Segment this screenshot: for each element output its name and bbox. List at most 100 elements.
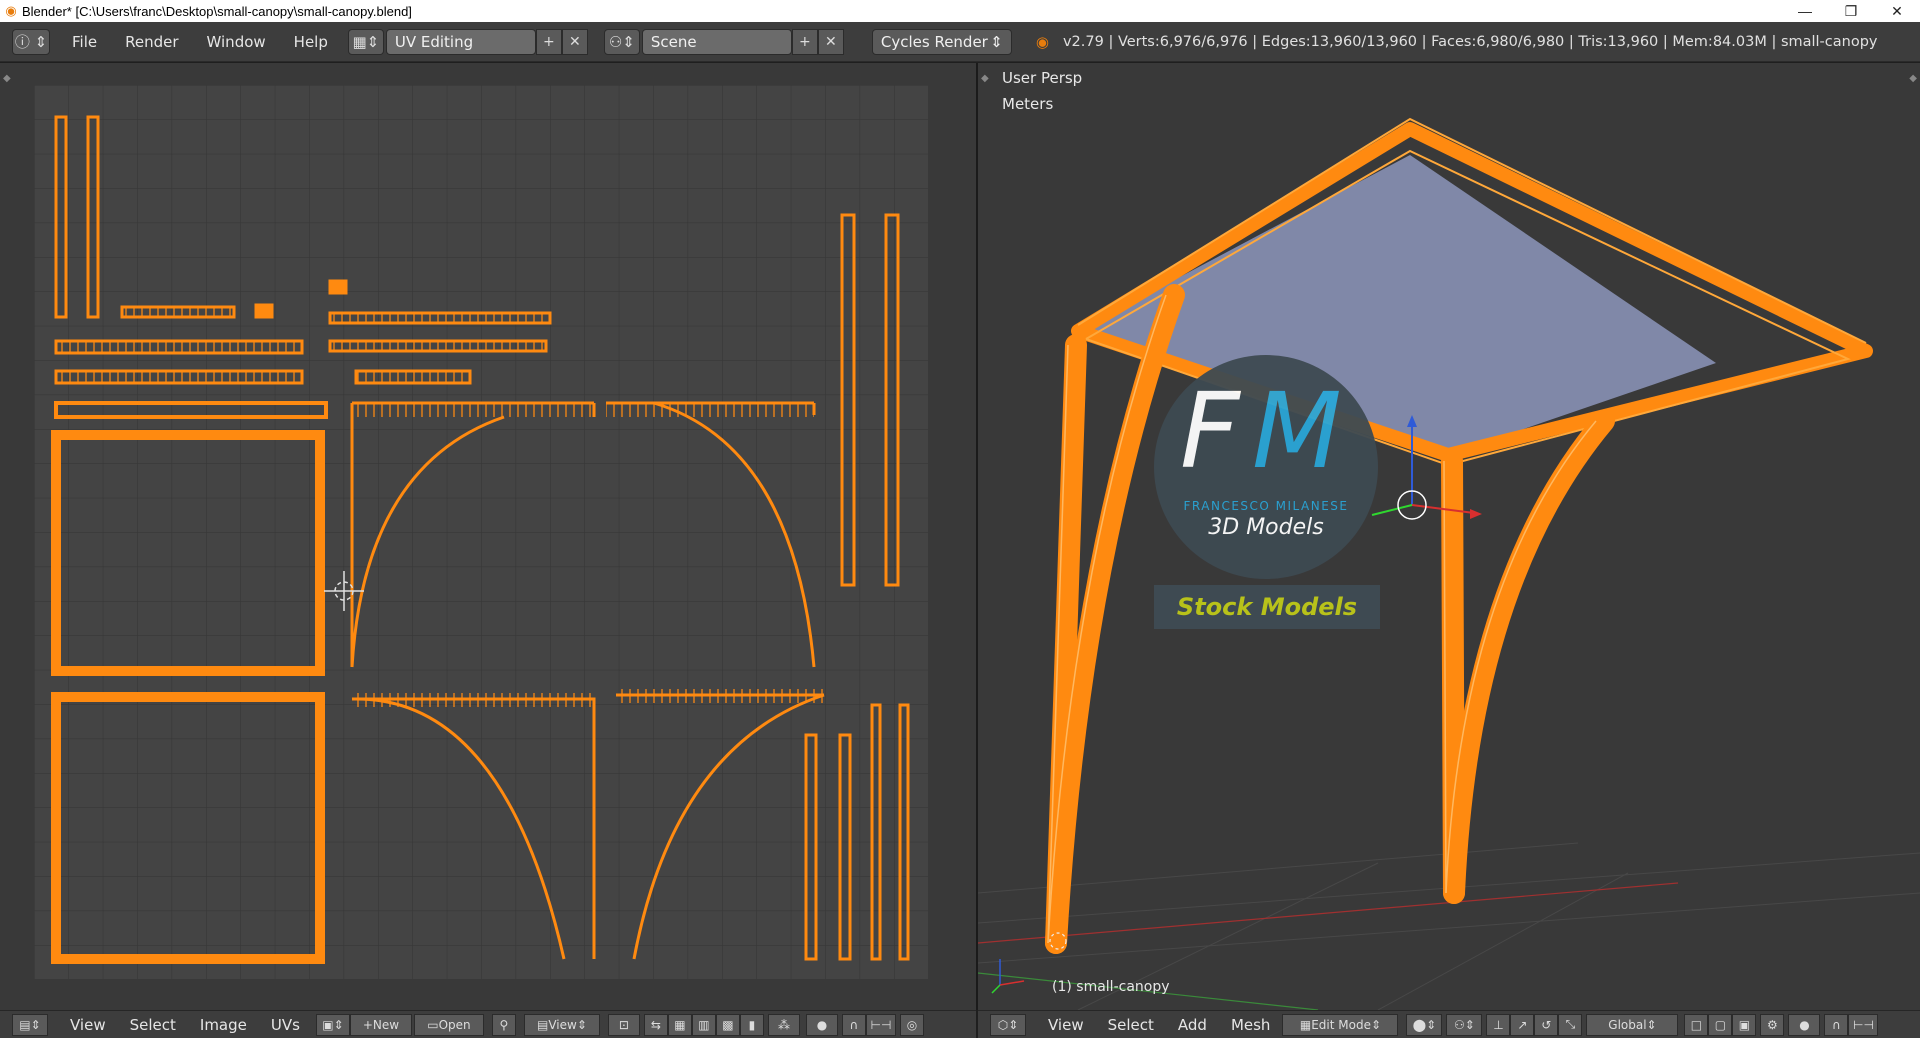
menu-render[interactable]: Render [111,33,192,51]
pivot-icon: ⚇⇕ [1454,1017,1475,1032]
x-axis-line [978,882,1679,944]
toolshelf-toggle-icon[interactable]: ◆ [3,73,11,84]
3d-viewport[interactable]: ◆ ◆ User Persp Meters F M FRANCESCO MILA… [978,63,1920,1010]
interaction-mode-label: Edit Mode [1311,1017,1371,1032]
viewport-header: ⬡⇕ View Select Add Mesh ▦ Edit Mode ⇕ ⬤⇕… [978,1010,1920,1038]
rotate-manipulator-icon[interactable]: ↺ [1534,1013,1559,1036]
screen-layout-browse-button[interactable]: ▦⇕ [347,28,384,55]
menu-window[interactable]: Window [193,33,280,51]
snap-element-icon: ⊢⊣ [870,1017,892,1032]
watermark-letter-f: F [1180,370,1240,492]
edge-select-icon[interactable]: ▥ [691,1013,716,1036]
plus-icon: + [362,1017,373,1032]
menu-help[interactable]: Help [280,33,342,51]
uv-menu-select[interactable]: Select [118,1016,188,1034]
add-screen-button[interactable]: + [535,28,562,55]
info-icon: ⓘ ⇕ [14,33,48,51]
manipulator-toggle-icon[interactable]: ⊥ [1486,1013,1511,1036]
vp-menu-add[interactable]: Add [1166,1016,1219,1034]
proportional-edit-button[interactable]: ● [805,1013,838,1036]
scale-manipulator-icon[interactable]: ⤡ [1558,1013,1583,1036]
updown-arrow-icon: ⇕ [576,1017,587,1032]
menu-file[interactable]: File [58,33,111,51]
translate-manipulator-icon[interactable]: ↗ [1510,1013,1535,1036]
transform-orientation-dropdown[interactable]: Global ⇕ [1586,1013,1679,1036]
minimize-button[interactable]: — [1782,0,1828,22]
x-icon: ✕ [569,33,581,50]
face-select-mode-icon[interactable]: ▣ [1732,1013,1757,1036]
watermark-author: FRANCESCO MILANESE [1183,499,1349,513]
vp-proportional-edit-button[interactable]: ● [1788,1013,1821,1036]
uv-menu-image[interactable]: Image [188,1016,259,1034]
snap-element-icon: ⊢⊣ [1852,1017,1874,1032]
image-editor-icon: ▤⇕ [19,1017,41,1032]
scene-browse-button[interactable]: ⚇⇕ [603,28,640,55]
uv-menu-uvs[interactable]: UVs [259,1016,312,1034]
limit-selection-icon[interactable]: ⚙ [1760,1013,1785,1036]
pin-icon[interactable]: ⚲ [491,1013,516,1036]
close-button[interactable]: ✕ [1874,0,1920,22]
uv-editor-header: ▤⇕ View Select Image UVs ▣⇕ + New ▭ Open… [0,1010,976,1038]
pivot-icon: ⊡ [618,1017,629,1032]
watermark-badge-text: Stock Models [1176,593,1358,621]
layout-grid-icon: ▦⇕ [352,32,380,51]
info-header: ⓘ ⇕ File Render Window Help ▦⇕ UV Editin… [0,22,1920,62]
open-image-button[interactable]: ▭ Open [413,1013,484,1036]
pivot-point-button[interactable]: ⊡ [607,1013,640,1036]
pivot-center-button[interactable]: ⚇⇕ [1446,1013,1483,1036]
add-scene-button[interactable]: + [791,28,818,55]
face-select-icon[interactable]: ▩ [715,1013,740,1036]
vp-menu-mesh[interactable]: Mesh [1219,1016,1283,1034]
sticky-icon: ⁂ [777,1017,790,1032]
open-image-label: Open [438,1017,471,1032]
vp-menu-select[interactable]: Select [1096,1016,1166,1034]
interaction-mode-dropdown[interactable]: ▦ Edit Mode ⇕ [1282,1013,1399,1036]
plus-icon: + [543,33,555,50]
circle-icon: ● [1799,1017,1810,1032]
image-browse-button[interactable]: ▣⇕ [315,1013,350,1036]
new-image-label: New [372,1017,400,1032]
new-image-button[interactable]: + New [349,1013,412,1036]
snap-icon[interactable]: ∩ [841,1013,866,1036]
uv-editor-type-button[interactable]: ▤⇕ [12,1013,48,1036]
vp-snap-icon[interactable]: ∩ [1824,1013,1849,1036]
active-object-label: (1) small-canopy [1052,979,1170,995]
viewport-shading-button[interactable]: ⬤⇕ [1406,1013,1443,1036]
uv-menu-view[interactable]: View [58,1016,118,1034]
vertex-select-mode-icon[interactable]: □ [1684,1013,1709,1036]
vp-menu-view[interactable]: View [1036,1016,1096,1034]
vp-snap-element-button[interactable]: ⊢⊣ [1848,1013,1879,1036]
scene-icon: ⚇⇕ [608,32,635,51]
info-editor-type-button[interactable]: ⓘ ⇕ [12,28,50,55]
sticky-select-button[interactable]: ⁂ [767,1013,800,1036]
circle-icon: ● [816,1017,828,1032]
uv-grid-canvas[interactable] [34,85,928,979]
screen-layout-field[interactable]: UV Editing [385,28,536,55]
vertex-select-icon[interactable]: ▦ [667,1013,692,1036]
updown-arrow-icon: ⇕ [1646,1017,1657,1032]
delete-scene-button[interactable]: ✕ [817,28,844,55]
uv-view-mode-label: View [548,1017,577,1032]
snap-element-button[interactable]: ⊢⊣ [865,1013,896,1036]
watermark-logo-circle: F M FRANCESCO MILANESE 3D Models [1154,355,1378,579]
edge-select-mode-icon[interactable]: ▢ [1708,1013,1733,1036]
updown-arrow-icon: ⇕ [1370,1017,1382,1032]
render-engine-label: Cycles Render [880,32,988,51]
render-engine-dropdown[interactable]: Cycles Render ⇕ [871,28,1012,55]
uv-view-mode-dropdown[interactable]: ▤ View ⇕ [523,1013,600,1036]
watermark-subtitle: 3D Models [1208,515,1324,540]
watermark-letter-m: M [1252,370,1342,492]
render-slot-icon[interactable]: ◎ [899,1013,924,1036]
scene-field[interactable]: Scene [641,28,792,55]
canopy-mesh-svg [978,117,1920,1010]
view-icon: ▤ [536,1017,549,1032]
uv-image-editor[interactable]: ◆ [0,63,976,1010]
island-select-icon[interactable]: ▮ [739,1013,764,1036]
watermark-badge: Stock Models [1154,585,1380,629]
plus-icon: + [799,33,811,50]
restore-button[interactable]: ❐ [1828,0,1874,22]
delete-screen-button[interactable]: ✕ [561,28,588,55]
sync-selection-icon[interactable]: ⇆ [643,1013,668,1036]
viewport-editor-type-button[interactable]: ⬡⇕ [990,1013,1026,1036]
blender-logo-icon: ◉ [5,3,17,18]
